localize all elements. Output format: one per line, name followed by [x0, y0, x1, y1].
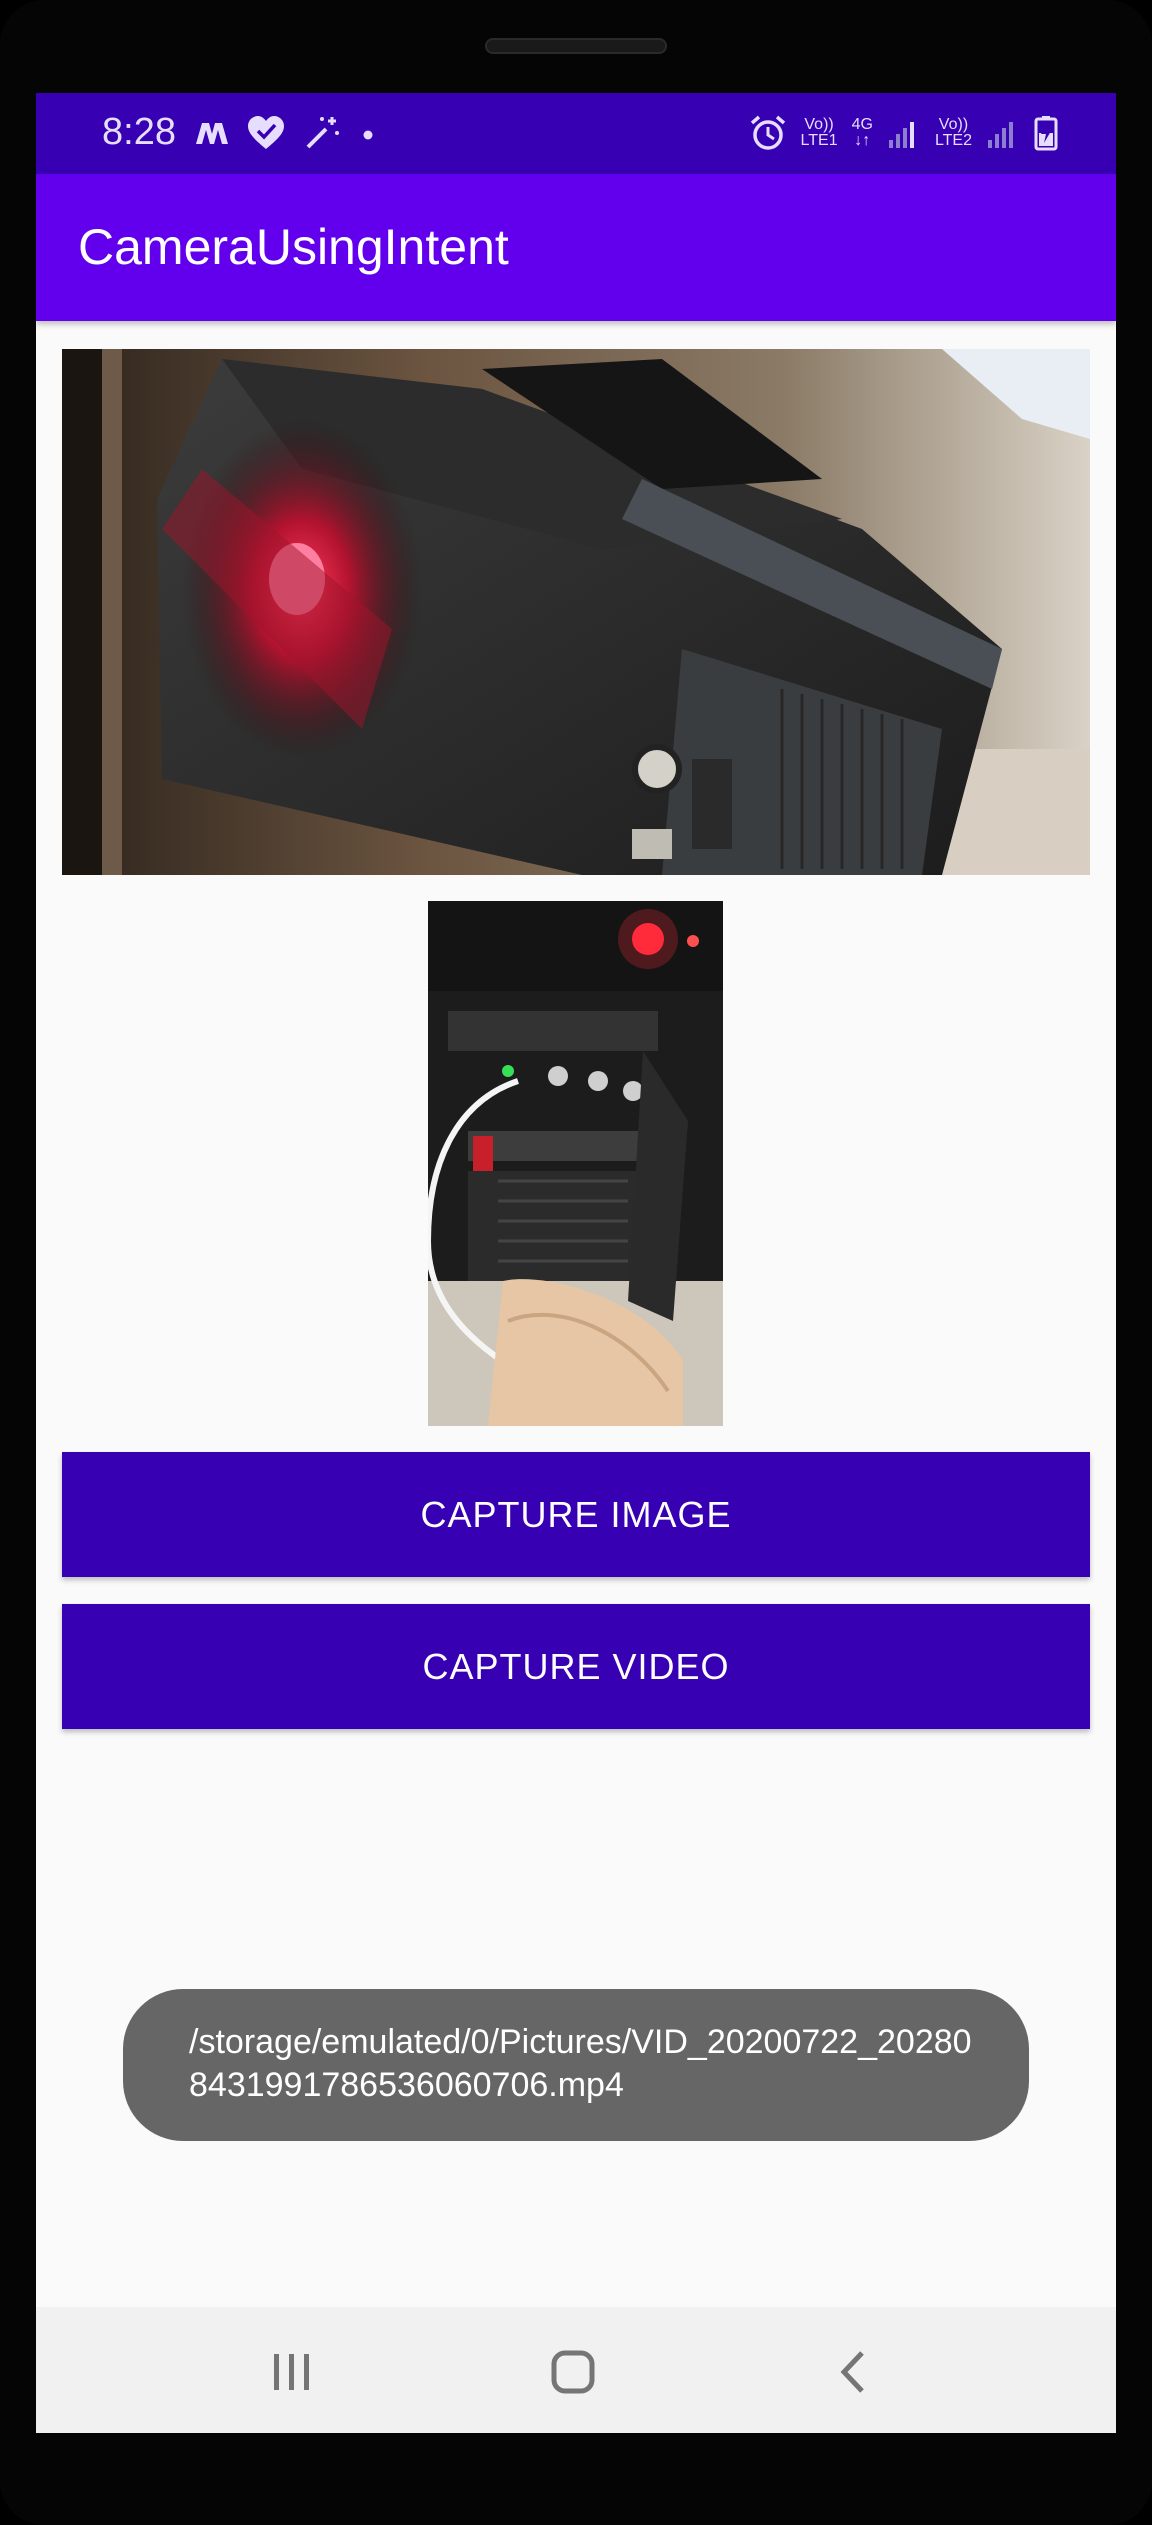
- sim2-volte-indicator: Vo)) LTE2: [935, 117, 972, 149]
- sim1-volte-label: Vo)): [804, 116, 834, 133]
- toast-message: /storage/emulated/0/Pictures/VID_2020072…: [123, 1989, 1029, 2141]
- signal-icon: [988, 122, 1013, 148]
- video-frame: [428, 901, 723, 1426]
- back-button[interactable]: [818, 2337, 888, 2407]
- navigation-bar: [36, 2307, 1116, 2433]
- captured-photo: [62, 349, 1090, 875]
- phone-frame: 8:28 Vo)) LTE1 4G ↓↑ Vo)) LTE2 CameraUsi…: [0, 0, 1152, 2525]
- sim1-volte-indicator: Vo)) LTE1: [801, 117, 838, 149]
- app-bar: CameraUsingIntent: [36, 174, 1116, 321]
- captured-video-thumbnail: [428, 901, 723, 1426]
- dot-icon: [363, 130, 373, 140]
- earpiece-speaker: [485, 38, 667, 54]
- alarm-icon: [750, 115, 785, 150]
- toast-text: /storage/emulated/0/Pictures/VID_2020072…: [189, 2023, 972, 2104]
- notification-icons: [194, 111, 378, 155]
- signal-icon: [888, 122, 914, 148]
- m-logo-icon: [196, 123, 228, 144]
- app-title: CameraUsingIntent: [78, 219, 509, 275]
- heart-check-icon: [248, 116, 284, 149]
- status-bar: 8:28 Vo)) LTE1 4G ↓↑ Vo)) LTE2: [36, 93, 1116, 174]
- capture-image-button[interactable]: CAPTURE IMAGE: [62, 1452, 1090, 1577]
- network-type-label: 4G: [851, 116, 873, 133]
- home-icon: [551, 2350, 595, 2394]
- screen: 8:28 Vo)) LTE1 4G ↓↑ Vo)) LTE2 CameraUsi…: [36, 93, 1116, 2433]
- back-icon: [840, 2351, 864, 2393]
- recent-apps-button[interactable]: [257, 2337, 327, 2407]
- captured-image-view: [62, 349, 1090, 875]
- network-type-indicator: 4G ↓↑: [852, 117, 873, 149]
- home-button[interactable]: [538, 2337, 608, 2407]
- sim1-lte-label: LTE1: [800, 132, 838, 149]
- sim2-lte-label: LTE2: [934, 132, 972, 149]
- system-icons: Vo)) LTE1 4G ↓↑ Vo)) LTE2: [749, 107, 1058, 159]
- sim2-volte-label: Vo)): [938, 116, 969, 133]
- data-activity-label: ↓↑: [854, 132, 871, 149]
- magic-wand-icon: [306, 117, 339, 149]
- capture-video-button[interactable]: CAPTURE VIDEO: [62, 1604, 1090, 1729]
- status-time: 8:28: [102, 111, 176, 153]
- battery-charging-icon: [1034, 116, 1058, 151]
- recent-apps-icon: [274, 2354, 309, 2390]
